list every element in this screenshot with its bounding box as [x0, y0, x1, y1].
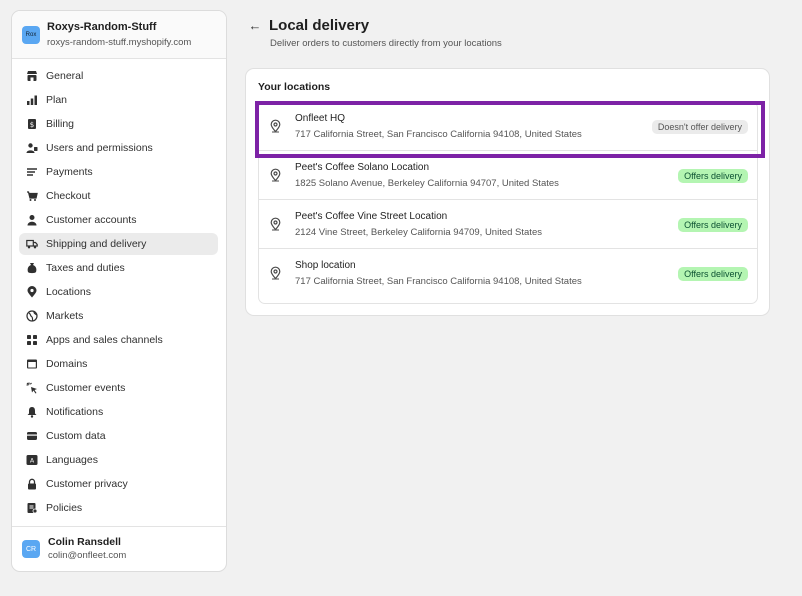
sidebar-item-label: Locations — [46, 286, 91, 298]
location-address: 2124 Vine Street, Berkeley California 94… — [295, 227, 542, 238]
globe-icon — [25, 310, 38, 323]
location-row[interactable]: Onfleet HQ 717 California Street, San Fra… — [259, 102, 757, 151]
sidebar-item-users-and-permissions[interactable]: Users and permissions — [19, 137, 218, 159]
sidebar-item-customer-accounts[interactable]: Customer accounts — [19, 209, 218, 231]
delivery-status-badge: Doesn't offer delivery — [651, 120, 748, 134]
sidebar-item-custom-data[interactable]: Custom data — [19, 425, 218, 447]
location-row[interactable]: Peet's Coffee Solano Location 1825 Solano… — [259, 151, 757, 200]
cart-icon — [25, 190, 38, 203]
sidebar-item-billing[interactable]: $ Billing — [19, 113, 218, 135]
location-pin-icon — [269, 266, 282, 280]
store-avatar: Rox — [22, 25, 40, 44]
user-account[interactable]: CR Colin Ransdell colin@onfleet.com — [12, 526, 226, 571]
sidebar-item-taxes-and-duties[interactable]: Taxes and duties — [19, 257, 218, 279]
sidebar-item-plan[interactable]: Plan — [19, 89, 218, 111]
sidebar-item-languages[interactable]: A Languages — [19, 449, 218, 471]
sidebar-item-policies[interactable]: Policies — [19, 497, 218, 519]
sidebar-item-label: Apps and sales channels — [46, 334, 163, 346]
delivery-status-badge: Offers delivery — [678, 218, 748, 232]
sidebar-item-label: Users and permissions — [46, 142, 153, 154]
sidebar-item-markets[interactable]: Markets — [19, 305, 218, 327]
payments-icon — [25, 166, 38, 179]
sidebar-item-label: Customer events — [46, 382, 126, 394]
location-address: 717 California Street, San Francisco Cal… — [295, 276, 582, 287]
sidebar-item-label: Markets — [46, 310, 84, 322]
location-row[interactable]: Shop location 717 California Street, San … — [259, 249, 757, 298]
svg-text:$: $ — [29, 121, 33, 129]
language-icon: A — [25, 454, 38, 467]
delivery-status-badge: Offers delivery — [678, 267, 748, 281]
store-url: roxys-random-stuff.myshopify.com — [47, 37, 192, 48]
location-icon — [25, 286, 38, 299]
sidebar-item-label: Checkout — [46, 190, 91, 202]
domain-icon — [25, 358, 38, 371]
card-title: Your locations — [258, 81, 331, 93]
sidebar-item-payments[interactable]: Payments — [19, 161, 218, 183]
location-address: 1825 Solano Avenue, Berkeley California … — [295, 178, 559, 189]
sidebar-item-checkout[interactable]: Checkout — [19, 185, 218, 207]
apps-icon — [25, 334, 38, 347]
user-email: colin@onfleet.com — [48, 550, 127, 561]
locations-card: Your locations Onfleet HQ 717 California … — [245, 68, 770, 316]
lock-icon — [25, 478, 38, 491]
users-icon — [25, 142, 38, 155]
person-icon — [25, 214, 38, 227]
bell-icon — [25, 406, 38, 419]
sidebar-item-locations[interactable]: Locations — [19, 281, 218, 303]
truck-icon — [25, 238, 38, 251]
location-name: Peet's Coffee Solano Location — [295, 162, 430, 173]
page-title: Local delivery — [269, 17, 370, 34]
taxes-icon — [25, 262, 38, 275]
page-subtitle: Deliver orders to customers directly fro… — [270, 38, 502, 49]
location-name: Onfleet HQ — [295, 113, 346, 124]
sidebar-item-label: Customer accounts — [46, 214, 137, 226]
sidebar-item-notifications[interactable]: Notifications — [19, 401, 218, 423]
sidebar-item-domains[interactable]: Domains — [19, 353, 218, 375]
location-row[interactable]: Peet's Coffee Vine Street Location 2124 V… — [259, 200, 757, 249]
locations-list: Onfleet HQ 717 California Street, San Fra… — [258, 101, 758, 304]
sidebar-item-label: Customer privacy — [46, 478, 128, 490]
user-name: Colin Ransdell — [48, 536, 121, 548]
billing-icon: $ — [25, 118, 38, 131]
policy-icon — [25, 502, 38, 515]
store-switcher[interactable]: Rox Roxys-Random-Stuff roxys-random-stuf… — [12, 11, 226, 59]
sidebar-item-label: Plan — [46, 94, 68, 106]
location-pin-icon — [269, 119, 282, 133]
sidebar-item-customer-privacy[interactable]: Customer privacy — [19, 473, 218, 495]
location-pin-icon — [269, 217, 282, 231]
sidebar-item-apps-and-sales-channels[interactable]: Apps and sales channels — [19, 329, 218, 351]
sidebar-item-label: General — [46, 70, 84, 82]
sidebar-item-shipping-and-delivery[interactable]: Shipping and delivery — [19, 233, 218, 255]
sidebar-item-label: Custom data — [46, 430, 106, 442]
location-name: Peet's Coffee Vine Street Location — [295, 211, 448, 222]
sidebar-item-label: Shipping and delivery — [46, 238, 147, 250]
location-address: 717 California Street, San Francisco Cal… — [295, 129, 582, 140]
sidebar-item-label: Taxes and duties — [46, 262, 125, 274]
data-icon — [25, 430, 38, 443]
chart-icon — [25, 94, 38, 107]
delivery-status-badge: Offers delivery — [678, 169, 748, 183]
settings-sidebar: Rox Roxys-Random-Stuff roxys-random-stuf… — [11, 10, 227, 572]
sidebar-item-label: Policies — [46, 502, 83, 514]
sidebar-item-label: Domains — [46, 358, 88, 370]
sidebar-item-label: Languages — [46, 454, 98, 466]
sidebar-item-label: Payments — [46, 166, 93, 178]
store-name: Roxys-Random-Stuff — [47, 21, 157, 33]
location-pin-icon — [269, 168, 282, 182]
store-icon — [25, 70, 38, 83]
sidebar-item-general[interactable]: General — [19, 65, 218, 87]
sidebar-item-label: Notifications — [46, 406, 104, 418]
settings-nav: General Plan $ Billing Users and permissions… — [12, 59, 226, 519]
back-arrow-icon[interactable]: ← — [248, 18, 262, 33]
sidebar-item-customer-events[interactable]: Customer events — [19, 377, 218, 399]
avatar: CR — [22, 540, 40, 558]
cursor-icon — [25, 382, 38, 395]
location-name: Shop location — [295, 260, 356, 271]
sidebar-item-label: Billing — [46, 118, 75, 130]
